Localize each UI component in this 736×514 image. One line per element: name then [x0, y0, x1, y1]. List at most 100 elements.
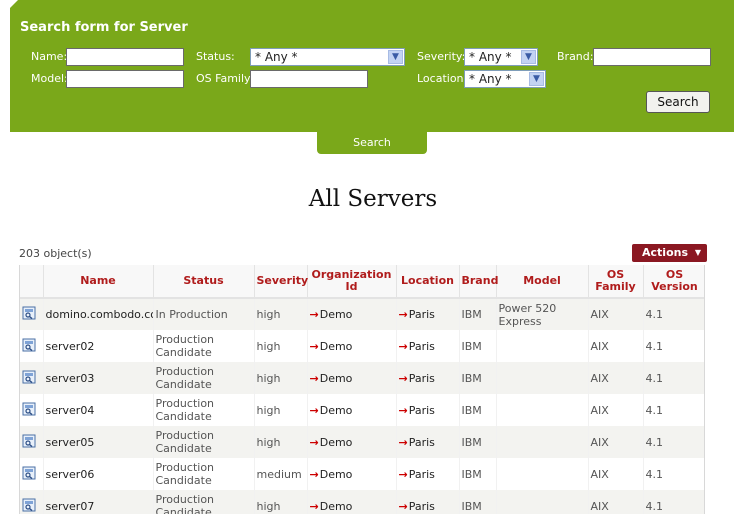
- os-version-cell: 4.1: [643, 490, 704, 514]
- col-header-model[interactable]: Model: [496, 265, 589, 299]
- collapse-corner-icon[interactable]: [10, 0, 18, 8]
- name-cell[interactable]: server04: [43, 394, 154, 426]
- model-input[interactable]: [66, 70, 184, 88]
- name-cell[interactable]: server06: [43, 458, 154, 490]
- brand-cell: IBM: [459, 458, 497, 490]
- server-details-icon[interactable]: [22, 434, 36, 448]
- organization-link[interactable]: Demo: [320, 308, 353, 321]
- location-link[interactable]: Paris: [409, 468, 435, 481]
- server-details-icon[interactable]: [22, 338, 36, 352]
- server-details-icon[interactable]: [22, 466, 36, 480]
- external-link-arrow-icon: →: [398, 435, 408, 449]
- name-cell[interactable]: server02: [43, 330, 154, 362]
- location-cell[interactable]: →Paris: [396, 298, 460, 330]
- model-cell: [496, 394, 589, 426]
- location-cell[interactable]: →Paris: [396, 330, 460, 362]
- organization-link[interactable]: Demo: [320, 404, 353, 417]
- table-header-row: Name Status Severity Organization Id Loc…: [20, 265, 704, 299]
- organization-link[interactable]: Demo: [320, 468, 353, 481]
- os-version-cell: 4.1: [643, 298, 704, 330]
- col-header-status[interactable]: Status: [153, 265, 255, 299]
- col-header-severity[interactable]: Severity: [254, 265, 308, 299]
- organization-cell[interactable]: →Demo: [307, 426, 397, 458]
- location-link[interactable]: Paris: [409, 372, 435, 385]
- row-icon-cell: [20, 426, 44, 458]
- external-link-arrow-icon: →: [309, 435, 319, 449]
- organization-cell[interactable]: →Demo: [307, 362, 397, 394]
- brand-label: Brand:: [557, 50, 594, 63]
- server-details-icon[interactable]: [22, 402, 36, 416]
- severity-cell: high: [254, 426, 308, 458]
- table-row: server02 Production Candidate high →Demo →Pa…: [20, 330, 704, 362]
- location-cell[interactable]: →Paris: [396, 426, 460, 458]
- external-link-arrow-icon: →: [398, 371, 408, 385]
- external-link-arrow-icon: →: [309, 339, 319, 353]
- col-header-os-version[interactable]: OS Version: [643, 265, 704, 299]
- col-header-os-family[interactable]: OS Family: [588, 265, 644, 299]
- name-cell[interactable]: server07: [43, 490, 154, 514]
- search-button[interactable]: Search: [646, 91, 710, 113]
- name-input[interactable]: [66, 48, 184, 66]
- server-name-link[interactable]: server06: [46, 468, 95, 481]
- server-details-icon[interactable]: [22, 498, 36, 512]
- organization-cell[interactable]: →Demo: [307, 394, 397, 426]
- os-family-cell: AIX: [588, 330, 644, 362]
- os-family-cell: AIX: [588, 362, 644, 394]
- name-cell[interactable]: domino.combodo.com: [43, 298, 154, 330]
- organization-link[interactable]: Demo: [320, 372, 353, 385]
- server-details-icon[interactable]: [22, 306, 36, 320]
- chevron-down-icon[interactable]: ▼: [388, 50, 403, 64]
- server-name-link[interactable]: domino.combodo.com: [46, 308, 153, 321]
- brand-input[interactable]: [593, 48, 711, 66]
- server-name-link[interactable]: server05: [46, 436, 95, 449]
- col-header-name[interactable]: Name: [43, 265, 154, 299]
- status-select[interactable]: * Any * ▼: [250, 48, 405, 66]
- name-cell[interactable]: server05: [43, 426, 154, 458]
- os-family-input[interactable]: [250, 70, 368, 88]
- col-header-location[interactable]: Location: [396, 265, 460, 299]
- organization-cell[interactable]: →Demo: [307, 490, 397, 514]
- actions-menu-button[interactable]: Actions ▼: [632, 244, 707, 262]
- location-cell[interactable]: →Paris: [396, 458, 460, 490]
- location-link[interactable]: Paris: [409, 500, 435, 513]
- chevron-down-icon: ▼: [694, 248, 701, 257]
- organization-link[interactable]: Demo: [320, 436, 353, 449]
- table-row: server04 Production Candidate high →Demo →Pa…: [20, 394, 704, 426]
- search-tab[interactable]: Search: [317, 132, 427, 154]
- chevron-down-icon[interactable]: ▼: [521, 50, 536, 64]
- col-header-organization[interactable]: Organization Id: [307, 265, 397, 299]
- model-cell: Power 520 Express: [496, 298, 589, 330]
- location-link[interactable]: Paris: [409, 308, 435, 321]
- col-header-brand[interactable]: Brand: [459, 265, 498, 299]
- severity-label: Severity:: [417, 50, 466, 63]
- server-name-link[interactable]: server03: [46, 372, 95, 385]
- organization-link[interactable]: Demo: [320, 500, 353, 513]
- severity-select[interactable]: * Any * ▼: [464, 48, 538, 66]
- organization-link[interactable]: Demo: [320, 340, 353, 353]
- location-link[interactable]: Paris: [409, 404, 435, 417]
- model-cell: [496, 330, 589, 362]
- server-details-icon[interactable]: [22, 370, 36, 384]
- model-cell: [496, 458, 589, 490]
- location-select[interactable]: * Any * ▼: [464, 70, 546, 88]
- organization-cell[interactable]: →Demo: [307, 458, 397, 490]
- location-cell[interactable]: →Paris: [396, 394, 460, 426]
- servers-table: Name Status Severity Organization Id Loc…: [20, 265, 704, 514]
- server-name-link[interactable]: server07: [46, 500, 95, 513]
- location-link[interactable]: Paris: [409, 436, 435, 449]
- location-link[interactable]: Paris: [409, 340, 435, 353]
- location-label: Location:: [417, 72, 468, 85]
- chevron-down-icon[interactable]: ▼: [529, 72, 544, 86]
- row-icon-cell: [20, 362, 44, 394]
- os-family-cell: AIX: [588, 298, 644, 330]
- organization-cell[interactable]: →Demo: [307, 298, 397, 330]
- server-name-link[interactable]: server04: [46, 404, 95, 417]
- server-name-link[interactable]: server02: [46, 340, 95, 353]
- name-cell[interactable]: server03: [43, 362, 154, 394]
- model-cell: [496, 362, 589, 394]
- location-cell[interactable]: →Paris: [396, 490, 460, 514]
- page-title: All Servers: [308, 186, 438, 212]
- os-version-cell: 4.1: [643, 458, 704, 490]
- organization-cell[interactable]: →Demo: [307, 330, 397, 362]
- location-cell[interactable]: →Paris: [396, 362, 460, 394]
